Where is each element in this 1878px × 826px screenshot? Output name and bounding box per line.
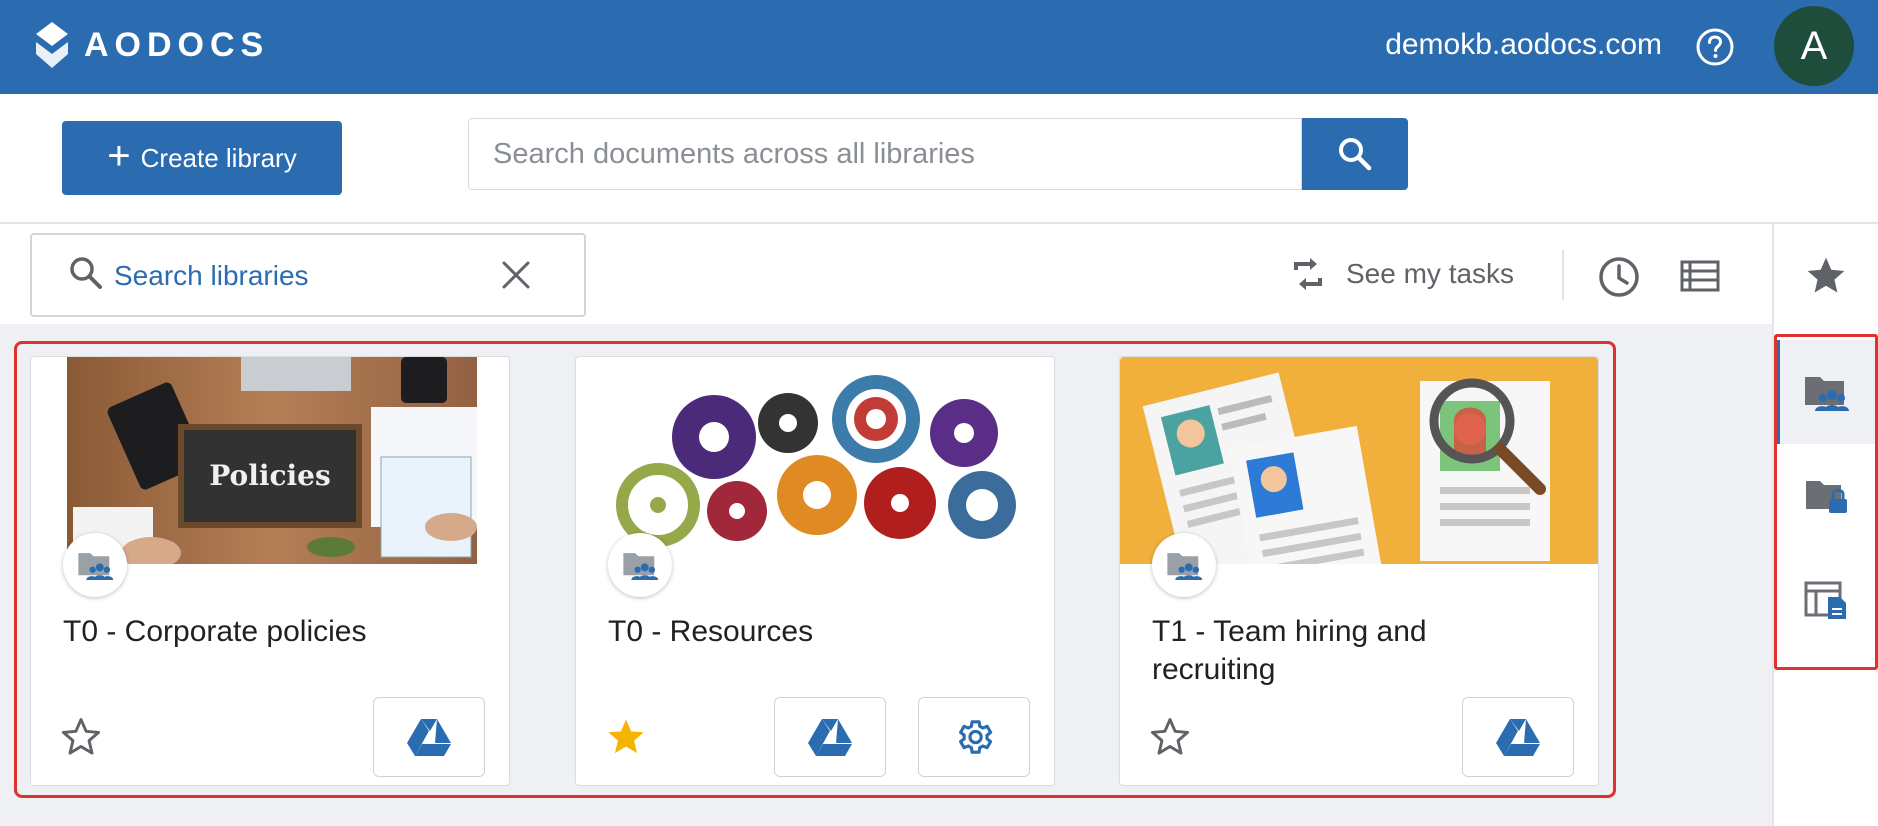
shared-library-icon <box>623 553 659 581</box>
open-in-drive-button[interactable] <box>1462 697 1574 777</box>
drive-icon <box>407 719 451 756</box>
aodocs-logo-icon <box>36 22 68 68</box>
shared-library-badge <box>63 533 127 597</box>
search-icon <box>1339 138 1372 171</box>
drive-icon <box>808 719 852 756</box>
shared-library-icon <box>78 553 114 581</box>
library-search-box <box>30 233 586 317</box>
search-icon <box>70 257 102 289</box>
library-title[interactable]: T0 - Resources <box>608 613 1008 651</box>
drive-icon <box>1496 719 1540 756</box>
brand-name: AODOCS <box>84 25 270 64</box>
shared-libraries-icon <box>1805 377 1849 411</box>
library-search-input[interactable] <box>114 249 494 303</box>
library-title[interactable]: T1 - Team hiring and recruiting <box>1152 613 1552 689</box>
recent-clock-icon[interactable] <box>1598 256 1640 298</box>
see-my-tasks-button[interactable]: See my tasks <box>1290 254 1514 294</box>
list-view-icon[interactable] <box>1680 260 1720 292</box>
domain-label: demokb.aodocs.com <box>1385 28 1662 61</box>
see-my-tasks-label: See my tasks <box>1346 258 1515 289</box>
create-library-button[interactable]: + Create library <box>62 121 342 195</box>
star-outline-icon[interactable] <box>59 715 103 759</box>
toolbar-divider <box>0 222 1878 224</box>
document-search-input[interactable] <box>469 119 1301 189</box>
top-bar: AODOCS demokb.aodocs.com A <box>0 0 1878 94</box>
library-title[interactable]: T0 - Corporate policies <box>63 613 463 651</box>
rail-item-favorites[interactable] <box>1774 224 1878 328</box>
secured-libraries-icon <box>1806 481 1847 513</box>
library-card[interactable]: T1 - Team hiring and recruiting <box>1119 356 1599 786</box>
rail-item-shared-libraries[interactable] <box>1774 340 1878 444</box>
document-search-field <box>468 118 1302 190</box>
library-card[interactable]: T0 - Resources <box>575 356 1055 786</box>
star-outline-icon[interactable] <box>1148 715 1192 759</box>
rail-item-template-libraries[interactable] <box>1774 548 1878 652</box>
library-card[interactable]: Policies T0 - Corporate policies <box>30 356 510 786</box>
star-icon <box>1807 257 1845 293</box>
policies-chalkboard-label: Policies <box>209 459 331 492</box>
settings-gear-icon <box>959 720 993 754</box>
star-filled-icon[interactable] <box>604 715 648 759</box>
template-libraries-icon <box>1804 581 1846 619</box>
open-in-drive-button[interactable] <box>774 697 886 777</box>
tasks-cycle-icon <box>1294 258 1322 290</box>
aodocs-logo[interactable]: AODOCS <box>34 20 269 70</box>
help-icon[interactable] <box>1695 27 1735 67</box>
right-rail <box>1772 224 1878 826</box>
close-icon[interactable] <box>498 257 534 293</box>
plus-icon: + <box>107 134 131 178</box>
avatar[interactable]: A <box>1774 6 1854 86</box>
shared-library-icon <box>1167 553 1203 581</box>
library-settings-button[interactable] <box>918 697 1030 777</box>
shared-library-badge <box>608 533 672 597</box>
shared-library-badge <box>1152 533 1216 597</box>
document-search-button[interactable] <box>1302 118 1408 190</box>
create-library-label: Create library <box>140 142 297 173</box>
open-in-drive-button[interactable] <box>373 697 485 777</box>
toolbar-separator <box>1562 250 1564 300</box>
rail-item-secured-libraries[interactable] <box>1774 444 1878 548</box>
